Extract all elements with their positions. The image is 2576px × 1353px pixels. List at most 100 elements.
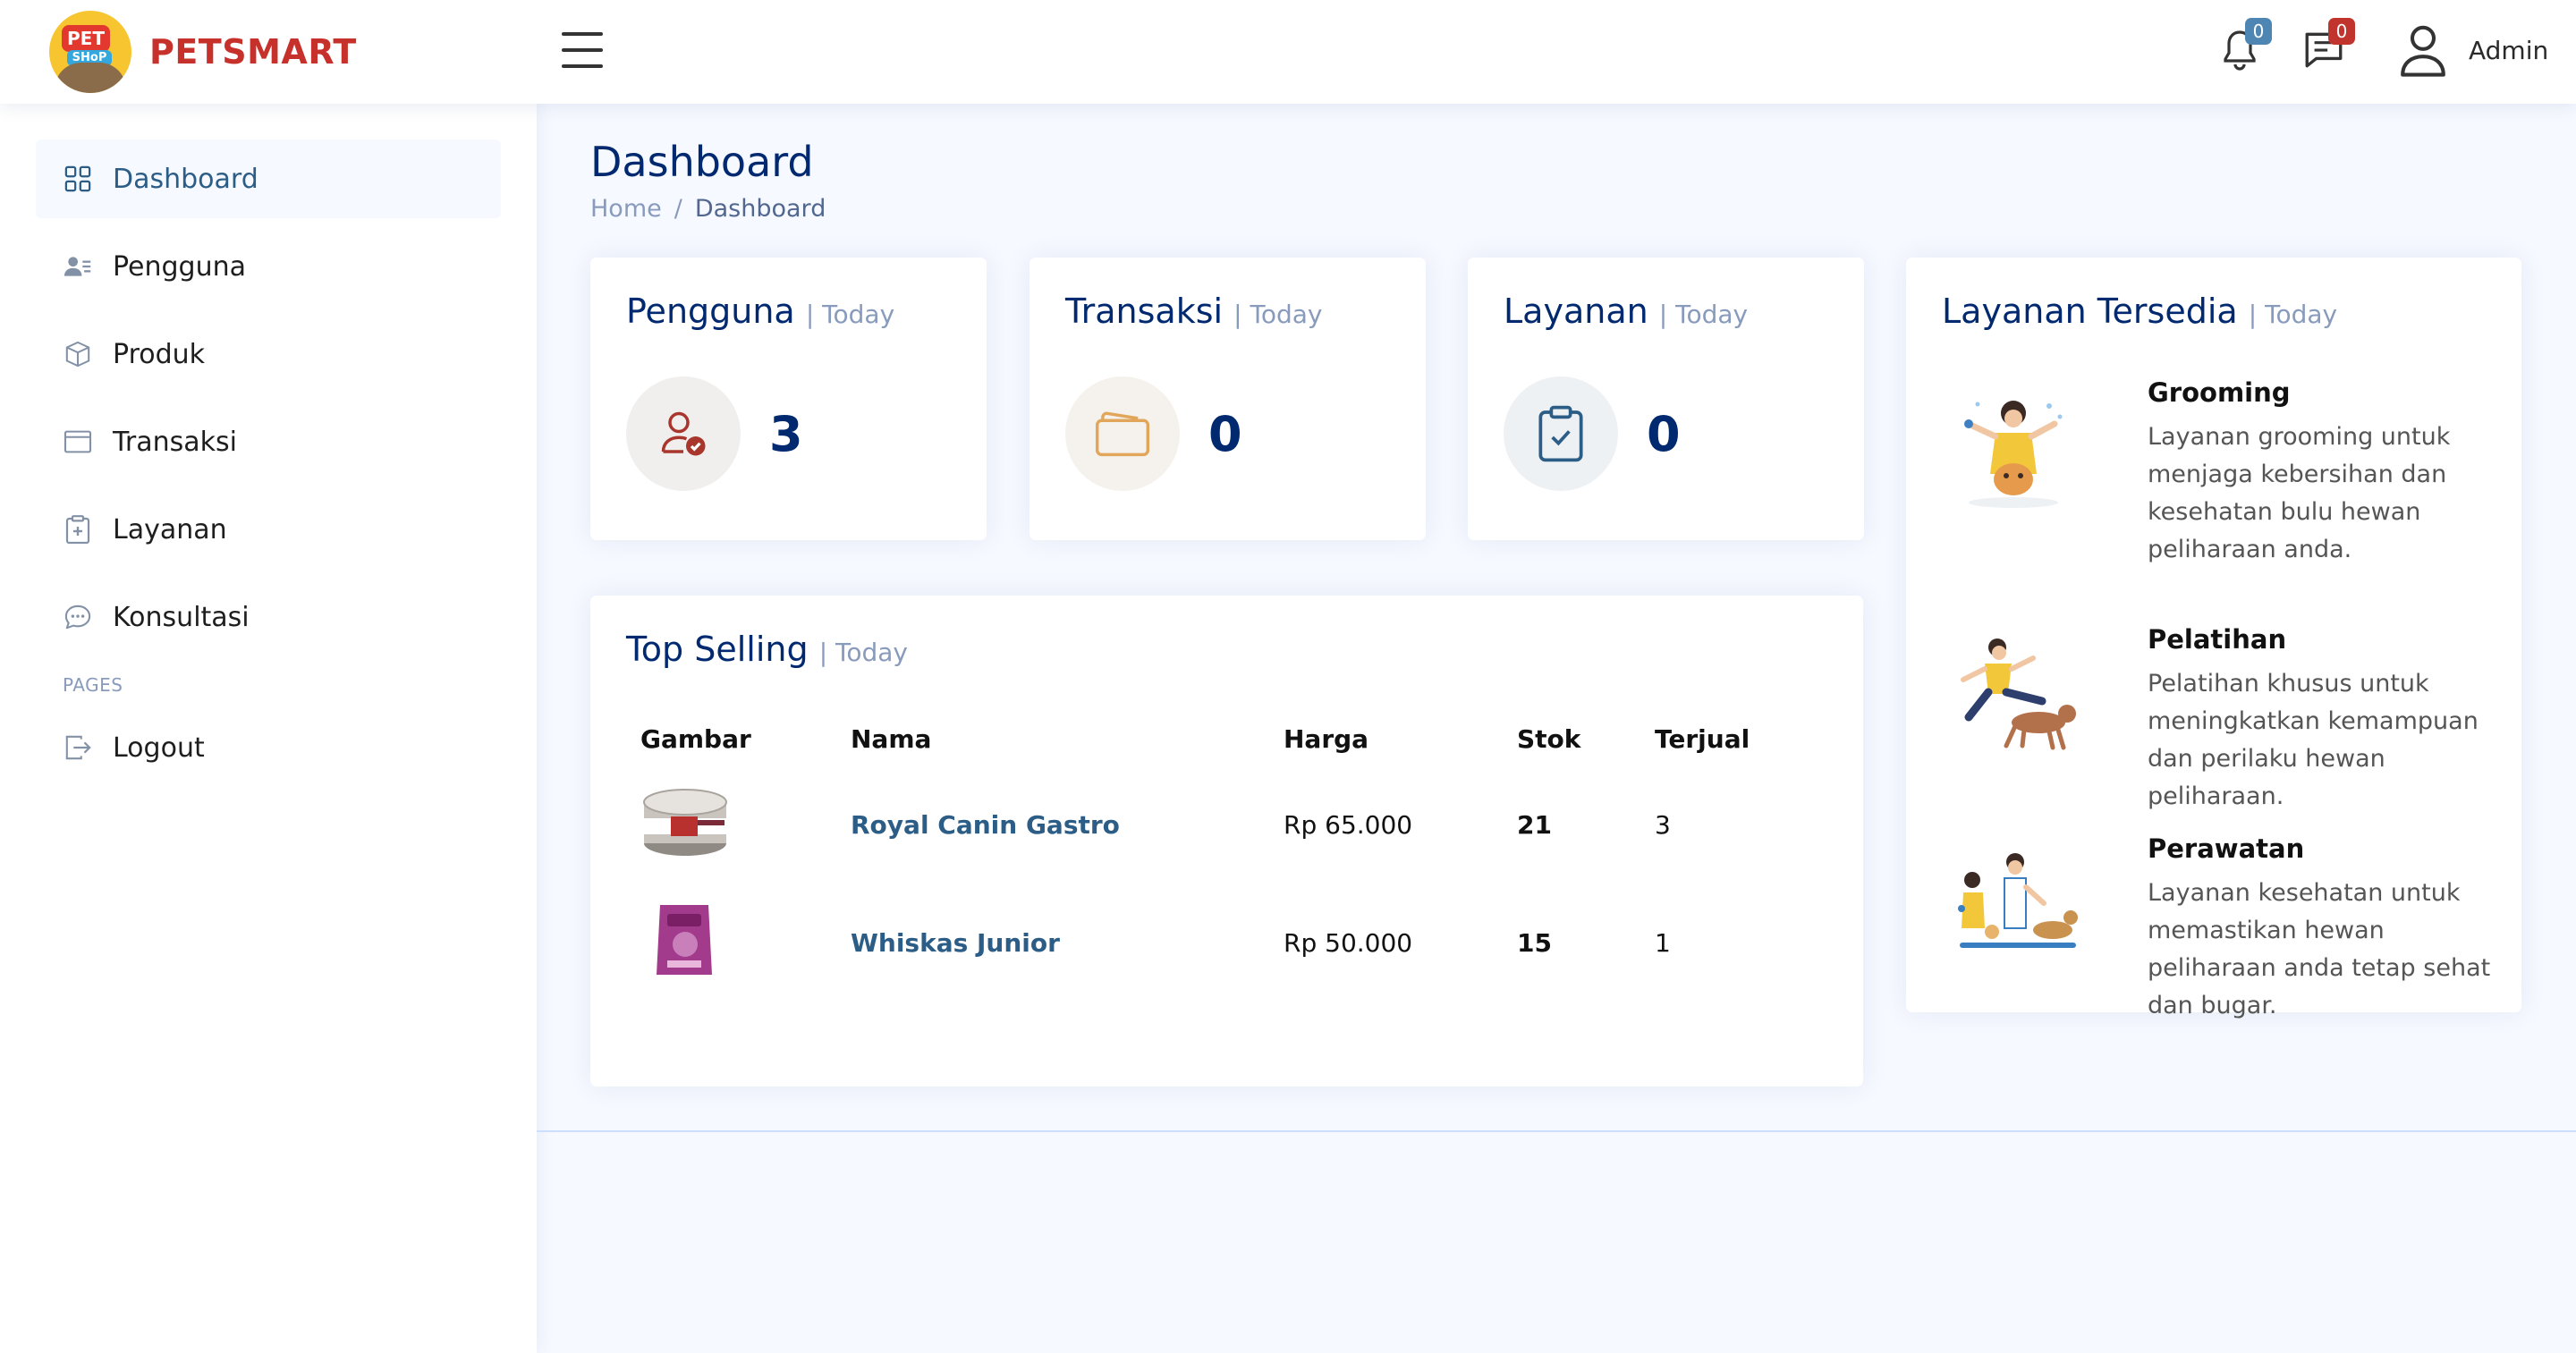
stat-value: 3 [769,406,803,462]
card-title: Pengguna | Today [626,292,894,331]
product-stock: 15 [1517,927,1552,958]
profile-menu[interactable]: Admin [2397,21,2548,79]
column-header: Terjual [1655,723,1750,754]
training-illustration [1961,638,2076,750]
clipboard-plus-icon [63,514,93,545]
sidebar-section-heading: PAGES [63,674,123,696]
service-description: Layanan grooming untuk menjaga kebersiha… [2148,423,2451,563]
sidebar-item-layanan[interactable]: Layanan [36,490,501,569]
page-title: Dashboard [590,138,814,186]
top-selling-card: Top Selling | Today Gambar Nama Harga St… [590,596,1863,1087]
sidebar-item-label: Logout [113,731,205,764]
service-description: Layanan kesehatan untuk memastikan hewan… [2148,879,2491,1019]
card-period: | Today [2248,300,2338,329]
card-period: | Today [1233,300,1323,329]
person-check-icon [626,376,741,491]
sidebar-item-transaksi[interactable]: Transaksi [36,402,501,481]
column-header: Harga [1284,723,1369,754]
breadcrumb-separator: / [674,195,682,223]
card-title-text: Layanan Tersedia [1942,292,2238,331]
vet-care-illustration [1958,853,2078,948]
card-title-text: Pengguna [626,292,795,331]
messages-button[interactable]: 0 [2301,18,2355,77]
sidebar-toggle-button[interactable] [562,32,603,68]
people-icon [63,251,93,282]
table-row: Royal Canin Gastro Rp 65.000 21 3 [626,765,1827,884]
card-title-text: Layanan [1504,292,1648,331]
brand-name: PETSMART [149,32,357,72]
table-header-row: Gambar Nama Harga Stok Terjual [626,712,1827,765]
profile-name: Admin [2469,35,2549,65]
hamburger-icon [562,32,603,36]
card-period: | Today [818,638,908,667]
can-food-image [643,788,727,856]
food-bag-image [657,904,712,975]
main-content: Dashboard Home / Dashboard Pengguna | Toda… [537,104,2576,1353]
notifications-count-badge: 0 [2245,18,2272,45]
sidebar-item-produk[interactable]: Produk [36,315,501,393]
table-row: Whiskas Junior Rp 50.000 15 1 [626,884,1827,1002]
product-stock: 21 [1517,809,1552,840]
box-icon [63,339,93,369]
card-title: Transaksi | Today [1065,292,1322,331]
service-item-grooming: Grooming Layanan grooming untuk menjaga … [1942,377,2487,565]
sidebar-item-label: Layanan [113,513,227,545]
product-price: Rp 50.000 [1284,927,1413,958]
top-header: PET SHoP PETSMART 0 0 Admin [0,0,2576,104]
service-name: Perawatan [2148,833,2305,864]
breadcrumb-home-link[interactable]: Home [590,195,662,223]
sidebar-item-label: Konsultasi [113,601,250,633]
column-header: Stok [1517,723,1581,754]
product-name-link[interactable]: Whiskas Junior [836,884,1269,1002]
service-name: Pelatihan [2148,624,2287,655]
card-title: Layanan Tersedia | Today [1942,292,2337,331]
column-header: Nama [851,723,932,754]
card-period: | Today [805,300,895,329]
notifications-button[interactable]: 0 [2218,18,2272,77]
chat-dots-icon [63,602,93,632]
service-item-perawatan: Perawatan Layanan kesehatan untuk memast… [1942,833,2490,1021]
product-image-cell [626,884,836,1002]
person-icon [2401,25,2445,77]
sidebar-item-pengguna[interactable]: Pengguna [36,227,501,306]
product-sold: 1 [1655,927,1671,958]
grooming-illustration [1964,401,2063,508]
top-selling-table: Gambar Nama Harga Stok Terjual Royal Can… [626,712,1827,1002]
window-icon [63,427,93,457]
breadcrumb-current: Dashboard [694,195,826,223]
wallet-icon [1065,376,1180,491]
messages-count-badge: 0 [2328,18,2355,45]
petshop-logo-icon: PET SHoP [49,11,131,93]
product-sold: 3 [1655,809,1671,840]
stat-card-pengguna: Pengguna | Today 3 [590,258,987,540]
services-card: Layanan Tersedia | Today Grooming Layana… [1906,258,2521,1019]
grid-icon [63,164,93,194]
product-price: Rp 65.000 [1284,809,1413,840]
product-image-cell [626,765,836,884]
sidebar-item-konsultasi[interactable]: Konsultasi [36,578,501,656]
logo-animals-shape [55,63,126,93]
stat-card-transaksi: Transaksi | Today 0 [1030,258,1426,540]
card-title: Top Selling | Today [626,630,908,669]
stat-card-layanan: Layanan | Today 0 [1468,258,1864,540]
stat-value: 0 [1208,406,1242,462]
sidebar: Dashboard Pengguna Produk Transaksi Laya… [0,104,537,1353]
column-header: Gambar [640,723,751,754]
sidebar-item-label: Transaksi [113,426,237,458]
brand-logo[interactable]: PET SHoP PETSMART [49,9,357,95]
stat-value: 0 [1647,406,1681,462]
card-title-text: Top Selling [626,630,809,669]
logo-pet-text: PET [62,25,110,52]
breadcrumb: Home / Dashboard [590,195,826,223]
card-period: | Today [1658,300,1749,329]
sidebar-item-label: Dashboard [113,163,258,195]
product-name-link[interactable]: Royal Canin Gastro [836,765,1269,884]
logout-icon [63,732,93,763]
service-name: Grooming [2148,377,2291,408]
sidebar-item-logout[interactable]: Logout [36,708,501,787]
card-title: Layanan | Today [1504,292,1748,331]
clipboard-check-icon [1504,376,1618,491]
sidebar-item-label: Produk [113,338,206,370]
service-description: Pelatihan khusus untuk meningkatkan kema… [2148,670,2479,810]
sidebar-item-dashboard[interactable]: Dashboard [36,140,501,218]
